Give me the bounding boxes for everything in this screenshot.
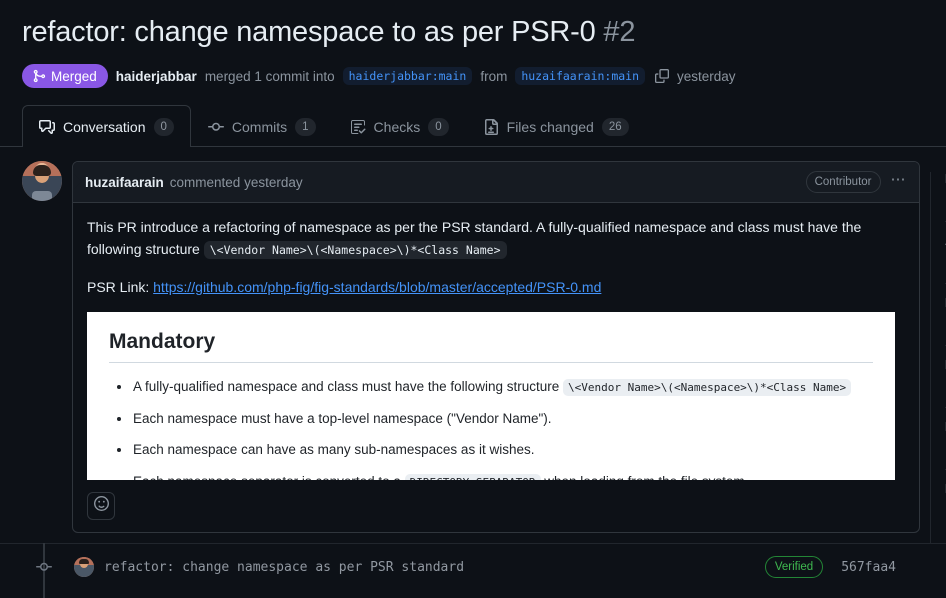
- comment-action-text: commented yesterday: [169, 174, 303, 190]
- tab-conversation-count: 0: [153, 117, 174, 136]
- pr-sidebar: Reviewers No reviews Assignees No one as…: [930, 172, 946, 543]
- checklist-icon: [350, 119, 366, 135]
- embedded-psr-image: Mandatory A fully-qualified namespace an…: [87, 312, 895, 481]
- tab-conversation-label: Conversation: [63, 118, 146, 135]
- list-item: Each namespace must have a top-level nam…: [109, 409, 873, 429]
- git-commit-icon: [36, 559, 52, 575]
- pr-tabs: Conversation 0 Commits 1 Checks 0 Files …: [0, 105, 946, 148]
- list-item-text-before: A fully-qualified namespace and class mu…: [133, 379, 560, 395]
- avatar[interactable]: [22, 161, 62, 202]
- avatar-hair: [33, 165, 51, 177]
- list-item-text-before: Each namespace must have a top-level nam…: [133, 410, 552, 426]
- tab-commits-label: Commits: [231, 118, 288, 135]
- commit-sha[interactable]: 567faa4: [841, 560, 896, 575]
- comment-header: huzaifaarain commented yesterday Contrib…: [73, 162, 919, 204]
- embedded-heading: Mandatory: [109, 330, 873, 364]
- merger-name[interactable]: haiderjabbar: [116, 69, 197, 84]
- merged-timestamp: yesterday: [677, 68, 736, 84]
- list-item-code: \<Vendor Name>\(<Namespace>\)*<Class Nam…: [563, 379, 852, 397]
- pr-header: refactor: change namespace to as per PSR…: [0, 0, 946, 89]
- list-item: A fully-qualified namespace and class mu…: [109, 377, 873, 397]
- comment-actions: [73, 480, 919, 532]
- comment-timeline-item: huzaifaarain commented yesterday Contrib…: [22, 161, 920, 534]
- pr-number: #2: [603, 16, 636, 48]
- comment-paragraph-2: PSR Link: https://github.com/php-fig/fig…: [87, 277, 905, 299]
- head-branch-chip[interactable]: huzaifaarain:main: [515, 67, 646, 86]
- page-title: refactor: change namespace to as per PSR…: [22, 14, 946, 50]
- commit-author-avatar[interactable]: [74, 557, 94, 578]
- tab-conversation[interactable]: Conversation 0: [22, 105, 191, 148]
- pull-request-page: refactor: change namespace to as per PSR…: [0, 0, 946, 598]
- comment-discussion-icon: [39, 119, 55, 135]
- commit-avatar-hair: [79, 559, 89, 565]
- status-badge-label: Merged: [51, 68, 97, 84]
- list-item-code: DIRECTORY_SEPARATOR: [404, 474, 541, 481]
- file-diff-icon: [483, 118, 499, 135]
- list-item: Each namespace separator is converted to…: [109, 472, 873, 481]
- pr-body: huzaifaarain commented yesterday Contrib…: [0, 161, 946, 598]
- smiley-icon: [93, 496, 109, 516]
- commit-timeline-section: refactor: change namespace as per PSR st…: [0, 543, 946, 598]
- add-reaction-button[interactable]: [87, 492, 115, 521]
- psr-link-label: PSR Link:: [87, 278, 150, 295]
- base-branch-chip[interactable]: haiderjabbar:main: [342, 67, 473, 86]
- commit-meta: Verified 567faa4: [764, 556, 920, 579]
- from-text: from: [480, 68, 508, 84]
- comment-box: huzaifaarain commented yesterday Contrib…: [72, 161, 920, 534]
- comment-body: This PR introduce a refactoring of names…: [73, 203, 919, 481]
- commit-row: refactor: change namespace as per PSR st…: [22, 543, 920, 598]
- tab-checks[interactable]: Checks 0: [333, 105, 466, 147]
- pr-meta: Merged haiderjabbar merged 1 commit into…: [22, 64, 946, 89]
- merge-text: merged 1 commit into: [204, 68, 335, 84]
- conversation-column: huzaifaarain commented yesterday Contrib…: [0, 161, 946, 598]
- list-item-text-before: Each namespace can have as many sub-name…: [133, 442, 535, 458]
- inline-code-structure: \<Vendor Name>\(<Namespace>\)*<Class Nam…: [203, 240, 507, 259]
- tab-commits[interactable]: Commits 1: [191, 105, 333, 147]
- tab-checks-label: Checks: [373, 118, 421, 135]
- tab-checks-count: 0: [428, 117, 449, 136]
- commit-message[interactable]: refactor: change namespace as per PSR st…: [104, 560, 464, 575]
- tab-files-changed-label: Files changed: [506, 118, 594, 135]
- avatar-shirt: [32, 191, 52, 202]
- status-badge: Merged: [22, 64, 108, 89]
- copy-icon[interactable]: [655, 69, 670, 84]
- embedded-list: A fully-qualified namespace and class mu…: [109, 377, 873, 481]
- git-merge-icon: [32, 69, 46, 83]
- pr-title-text: refactor: change namespace to as per PSR…: [22, 16, 596, 48]
- verified-badge[interactable]: Verified: [764, 556, 824, 579]
- tab-commits-count: 1: [295, 117, 316, 136]
- psr-link[interactable]: https://github.com/php-fig/fig-standards…: [153, 279, 601, 295]
- tab-files-changed[interactable]: Files changed 26: [466, 105, 646, 147]
- comment-author[interactable]: huzaifaarain: [85, 175, 164, 190]
- kebab-menu-icon[interactable]: ⋯: [891, 172, 908, 192]
- comment-paragraph-1: This PR introduce a refactoring of names…: [87, 217, 905, 260]
- role-badge: Contributor: [805, 171, 881, 194]
- list-item: Each namespace can have as many sub-name…: [109, 440, 873, 460]
- git-commit-icon: [207, 119, 224, 135]
- tab-files-changed-count: 26: [601, 117, 629, 136]
- list-item-text-after: when loading from the file system.: [544, 474, 748, 480]
- list-item-text-before: Each namespace separator is converted to…: [133, 474, 401, 480]
